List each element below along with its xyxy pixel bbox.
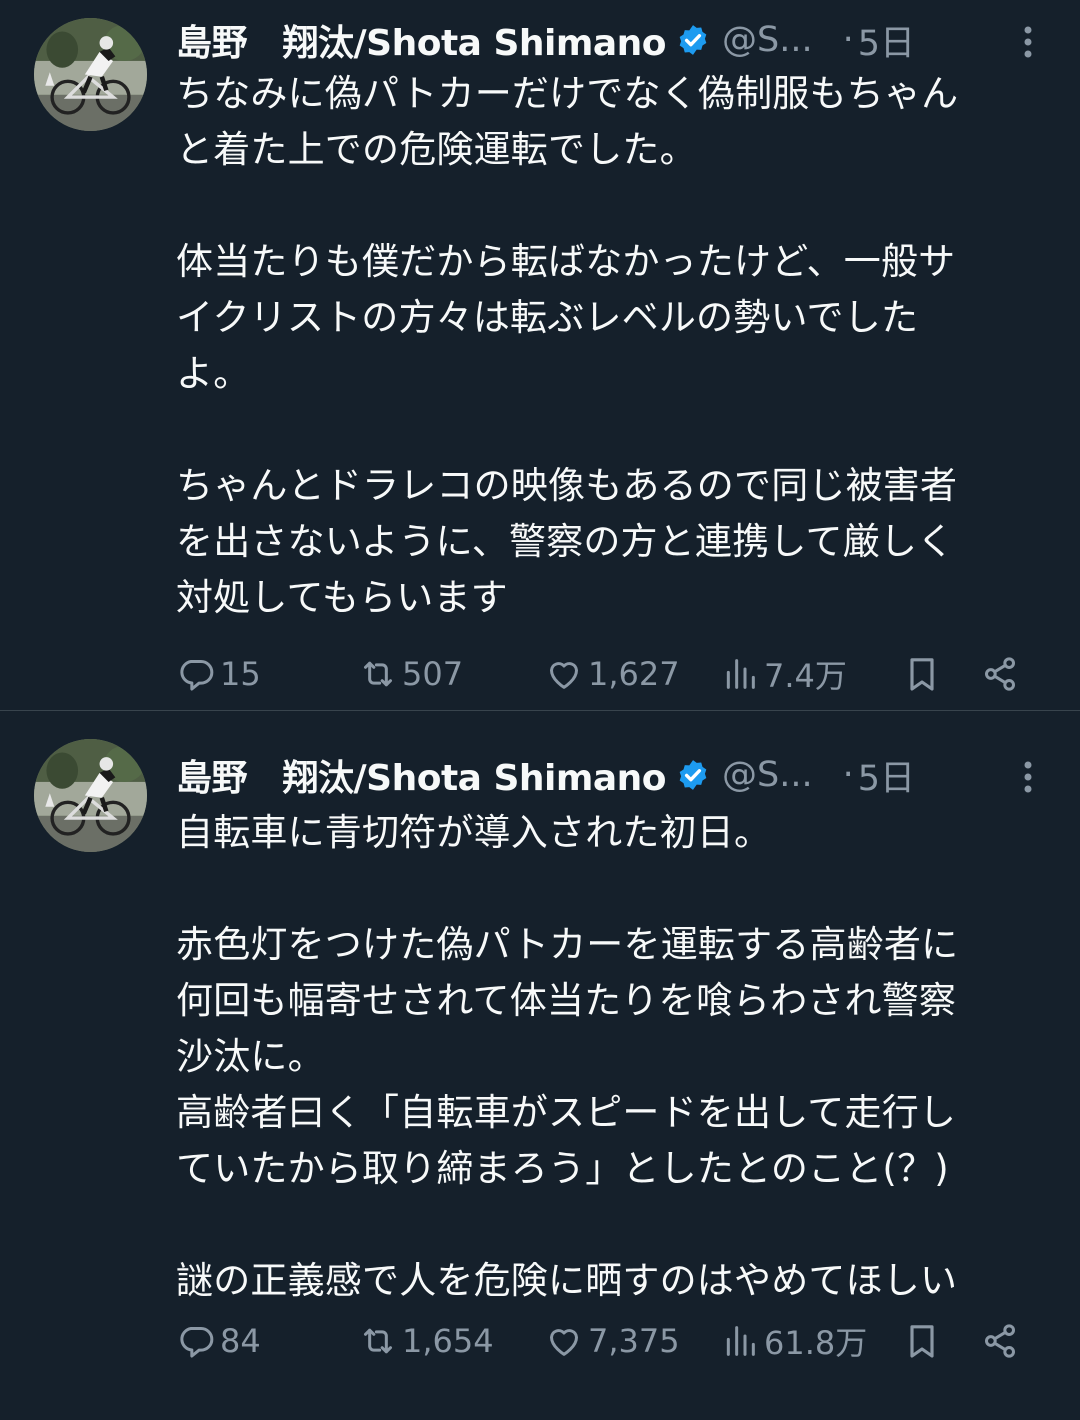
author-handle[interactable]: @S... [722, 20, 813, 60]
more-options-icon[interactable] [1016, 759, 1040, 795]
avatar[interactable] [34, 18, 147, 131]
separator: · [842, 755, 854, 795]
like-button[interactable]: 7,375 [544, 1318, 680, 1364]
reply-icon [180, 1327, 214, 1358]
like-button[interactable]: 1,627 [544, 651, 680, 697]
share-button[interactable] [980, 651, 1020, 697]
reply-count: 15 [220, 655, 261, 693]
like-count: 7,375 [588, 1322, 680, 1360]
heart-icon [550, 662, 578, 689]
author-handle[interactable]: @S... [722, 755, 813, 795]
views-button[interactable]: 7.4万 [720, 651, 847, 697]
reply-count: 84 [220, 1322, 261, 1360]
verified-badge-icon [679, 25, 707, 55]
retweet-button[interactable]: 1,654 [358, 1318, 494, 1364]
reply-button[interactable]: 15 [176, 651, 261, 697]
retweet-icon [364, 661, 392, 687]
retweet-count: 1,654 [402, 1322, 494, 1360]
views-chart-icon [726, 1326, 755, 1356]
verified-badge-icon [679, 760, 707, 790]
bookmark-button[interactable] [902, 1318, 942, 1364]
bookmark-icon [910, 658, 934, 691]
timestamp[interactable]: 5日 [858, 15, 915, 66]
tweet-header: 島野 翔汰/Shota Shimano @S... · 5日 [176, 749, 1040, 801]
timestamp[interactable]: 5日 [858, 750, 915, 801]
views-button[interactable]: 61.8万 [720, 1318, 867, 1364]
retweet-button[interactable]: 507 [358, 651, 463, 697]
bookmark-button[interactable] [902, 651, 942, 697]
separator: · [842, 20, 854, 60]
reply-button[interactable]: 84 [176, 1318, 261, 1364]
share-icon [985, 657, 1015, 691]
share-button[interactable] [980, 1318, 1020, 1364]
like-count: 1,627 [588, 655, 680, 693]
share-icon [985, 1324, 1015, 1358]
tweet[interactable]: 島野 翔汰/Shota Shimano @S... · 5日 自転車に青切符が導… [0, 710, 1080, 1420]
action-bar: 84 1,654 7,375 61.8万 [176, 1318, 1024, 1364]
tweet-text: 自転車に青切符が導入された初日。 赤色灯をつけた偽パトカーを運転する高齢者に 何… [176, 811, 959, 1302]
tweet-header: 島野 翔汰/Shota Shimano @S... · 5日 [176, 14, 1040, 66]
tweet[interactable]: 島野 翔汰/Shota Shimano @S... · 5日 ちなみに偽パトカー… [0, 0, 1080, 710]
heart-icon [550, 1329, 578, 1356]
retweet-icon [364, 1328, 392, 1354]
view-count: 61.8万 [764, 1324, 868, 1362]
author-name[interactable]: 島野 翔汰/Shota Shimano [176, 14, 667, 66]
views-chart-icon [726, 659, 755, 689]
avatar-cyclist-image [34, 18, 147, 131]
avatar-cyclist-image [34, 739, 147, 852]
retweet-count: 507 [402, 655, 464, 693]
view-count: 7.4万 [764, 657, 847, 695]
more-options-icon[interactable] [1016, 24, 1040, 60]
action-bar: 15 507 1,627 7.4万 [176, 651, 1024, 697]
avatar[interactable] [34, 739, 147, 852]
reply-icon [180, 660, 214, 691]
author-name[interactable]: 島野 翔汰/Shota Shimano [176, 749, 667, 801]
bookmark-icon [910, 1325, 934, 1358]
tweet-text: ちなみに偽パトカーだけでなく偽制服もちゃん と着た上での危険運転でした。 体当た… [176, 72, 959, 619]
